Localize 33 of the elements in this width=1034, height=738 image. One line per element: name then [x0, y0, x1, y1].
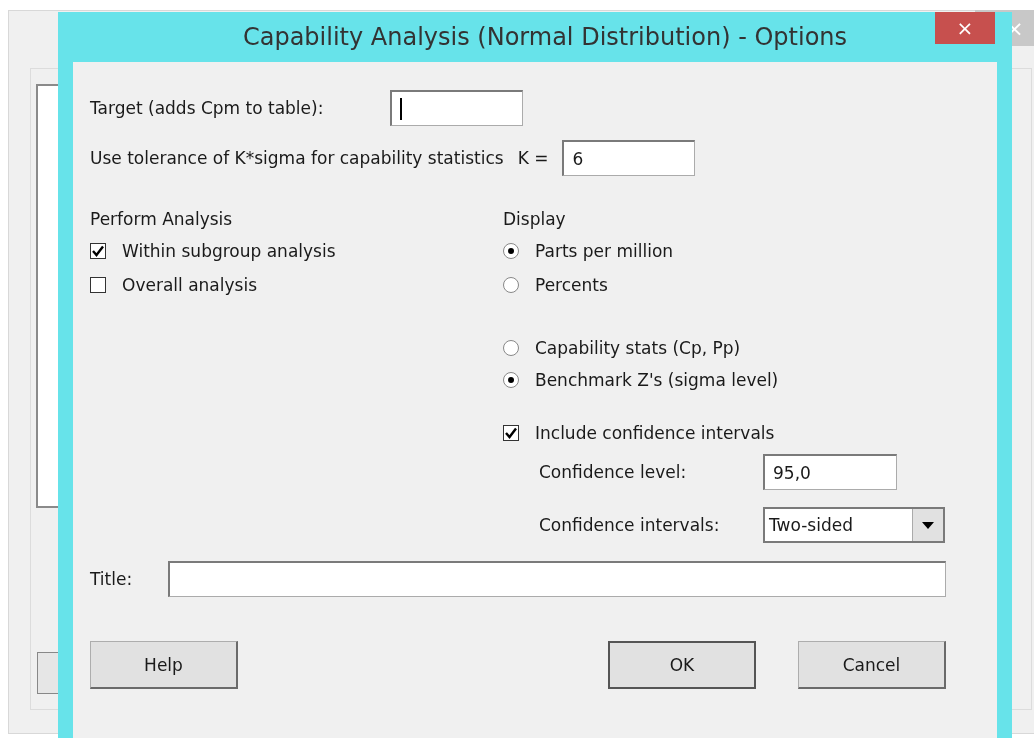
radio-label: Parts per million: [535, 241, 674, 261]
checkbox[interactable]: [90, 243, 106, 259]
field-label: Use tolerance of K*sigma for capability statistics: [90, 148, 504, 168]
dialog-button[interactable]: Cancel: [798, 641, 946, 689]
field-label: Confidence intervals:: [539, 515, 721, 535]
radio-button[interactable]: [503, 277, 519, 293]
dialog-button[interactable]: Help: [90, 641, 238, 689]
group-heading: Perform Analysis: [90, 209, 233, 229]
k-field[interactable]: 6: [562, 140, 696, 176]
title-field[interactable]: [168, 561, 946, 597]
dialog-button[interactable]: OK: [608, 641, 756, 689]
radio-label: Capability stats (Cp, Pp): [535, 338, 741, 358]
field-label: Confidence level:: [539, 462, 688, 482]
checkbox-label: Overall analysis: [122, 275, 257, 295]
checkbox-label: Within subgroup analysis: [122, 241, 336, 261]
radio-label: Percents: [535, 275, 608, 295]
confidence-level-field[interactable]: 95,0: [763, 454, 897, 490]
window-title: Capability Analysis (Normal Distribution) - Options: [242, 23, 848, 51]
close-button[interactable]: ×: [935, 12, 995, 44]
target-field[interactable]: [390, 90, 523, 126]
dropdown[interactable]: Two-sided: [763, 507, 945, 543]
radio-button[interactable]: [503, 372, 519, 388]
radio-button[interactable]: [503, 243, 519, 259]
checkbox-label: Include confidence intervals: [535, 423, 775, 443]
checkbox[interactable]: [503, 425, 519, 441]
radio-button[interactable]: [503, 340, 519, 356]
checkbox[interactable]: [90, 277, 106, 293]
field-label: Title:: [90, 569, 134, 589]
group-heading: Display: [503, 209, 566, 229]
radio-label: Benchmark Z's (sigma level): [535, 370, 779, 390]
field-label: Target (adds Cpm to table):: [90, 98, 325, 118]
caret-icon: [922, 521, 934, 529]
field-label: K =: [517, 148, 549, 168]
